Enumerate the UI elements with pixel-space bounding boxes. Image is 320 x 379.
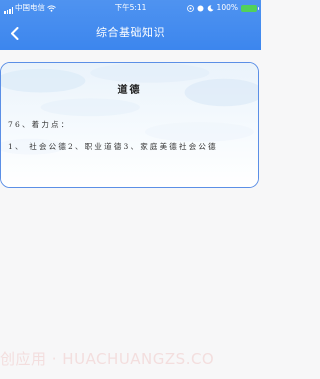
knowledge-card: 道德 76、着力点： 1、 社会公德2、职业道德3、家庭美德社会公德 xyxy=(0,62,259,188)
card-title: 道德 xyxy=(117,85,142,96)
location-icon xyxy=(186,4,194,12)
battery-percent: 100% xyxy=(216,3,238,12)
app-header: 中国电信 下午5:11 100% 综合基础知识 xyxy=(0,0,261,50)
moon-icon xyxy=(207,4,214,11)
card-subheading: 76、着力点： xyxy=(8,120,71,129)
status-bar: 中国电信 下午5:11 100% xyxy=(0,0,261,16)
alarm-icon xyxy=(197,5,204,11)
page-title: 综合基础知识 xyxy=(96,26,165,39)
watermark-text: 创应用 · HUACHUANGZS.CO xyxy=(0,350,215,368)
card-body-text: 1、 社会公德2、职业道德3、家庭美德社会公德 xyxy=(8,142,218,151)
battery-icon xyxy=(241,4,259,12)
nav-bar: 综合基础知识 xyxy=(0,16,261,50)
